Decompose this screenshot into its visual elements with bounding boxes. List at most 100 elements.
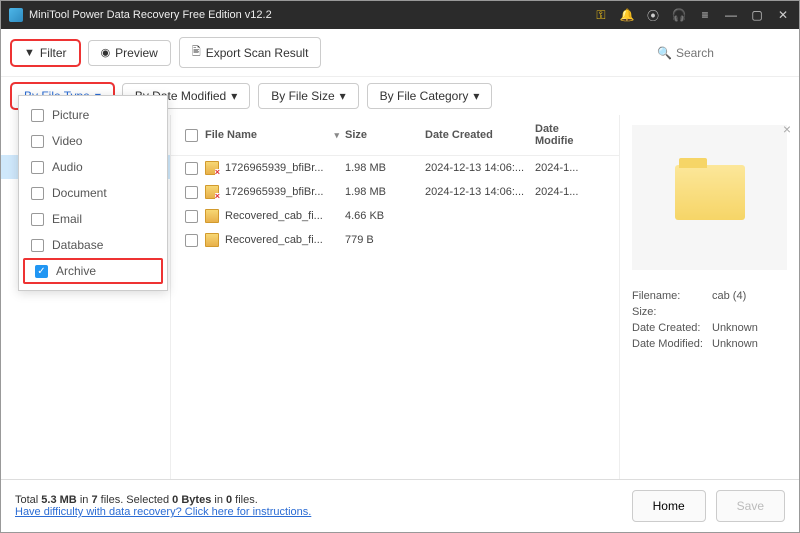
eye-icon: ◉ [101, 46, 111, 59]
close-preview-icon[interactable]: × [783, 121, 791, 137]
checkbox-icon[interactable] [31, 239, 44, 252]
table-row[interactable]: 1726965939_bfiBr... 1.98 MB2024-12-13 14:… [171, 180, 619, 204]
close-icon[interactable]: ✕ [775, 7, 791, 23]
size-label: Size: [632, 306, 712, 318]
type-menu-label: Email [52, 212, 82, 226]
col-created[interactable]: Date Created [425, 129, 535, 141]
type-menu-label: Document [52, 186, 107, 200]
footer: Total 5.3 MB in 7 files. Selected 0 Byte… [1, 479, 799, 532]
file-size-cell: 1.98 MB [345, 162, 425, 174]
table-row[interactable]: 1726965939_bfiBr... 1.98 MB2024-12-13 14:… [171, 156, 619, 180]
maximize-icon[interactable]: ▢ [749, 7, 765, 23]
filter-button[interactable]: ▼ Filter [11, 40, 80, 66]
checkbox-icon[interactable] [31, 187, 44, 200]
type-menu-item-document[interactable]: Document [19, 180, 167, 206]
file-list: File Name ▾ Size Date Created Date Modifi… [171, 115, 619, 479]
checkbox-icon[interactable] [31, 135, 44, 148]
type-menu-label: Picture [52, 108, 89, 122]
table-header: File Name ▾ Size Date Created Date Modifi… [171, 115, 619, 156]
save-button[interactable]: Save [716, 490, 785, 522]
created-label: Date Created: [632, 322, 712, 334]
type-menu-item-picture[interactable]: Picture [19, 102, 167, 128]
preview-label: Preview [115, 46, 158, 60]
filename-value: cab (4) [712, 290, 746, 302]
by-category-dropdown[interactable]: By File Category ▾ [367, 83, 493, 109]
footer-summary: Total 5.3 MB in 7 files. Selected 0 Byte… [15, 494, 311, 518]
file-size-cell: 4.66 KB [345, 210, 425, 222]
key-icon[interactable]: ⚿ [593, 7, 609, 23]
type-menu-label: Database [52, 238, 103, 252]
table-body: 1726965939_bfiBr... 1.98 MB2024-12-13 14:… [171, 156, 619, 252]
chevron-down-icon: ▾ [340, 89, 346, 103]
file-name-cell: 1726965939_bfiBr... [225, 186, 323, 198]
app-logo-icon [9, 8, 23, 22]
window-title: MiniTool Power Data Recovery Free Editio… [29, 9, 272, 21]
by-category-label: By File Category [380, 89, 469, 103]
created-value: Unknown [712, 322, 758, 334]
export-label: Export Scan Result [206, 46, 309, 60]
checkbox-icon[interactable] [31, 161, 44, 174]
modified-value: Unknown [712, 338, 758, 350]
col-filename[interactable]: File Name ▾ [205, 129, 345, 141]
titlebar: MiniTool Power Data Recovery Free Editio… [1, 1, 799, 29]
table-row[interactable]: Recovered_cab_fi... 4.66 KB [171, 204, 619, 228]
file-icon [205, 233, 219, 247]
file-name-cell: Recovered_cab_fi... [225, 210, 323, 222]
row-checkbox[interactable] [185, 234, 198, 247]
sort-arrow-icon: ▾ [334, 130, 339, 141]
file-created-cell: 2024-12-13 14:06:... [425, 186, 535, 198]
type-menu-item-video[interactable]: Video [19, 128, 167, 154]
select-all-checkbox[interactable] [185, 129, 198, 142]
top-toolbar: ▼ Filter ◉ Preview 🖹 Export Scan Result 🔍 [1, 29, 799, 77]
file-icon [205, 209, 219, 223]
checkbox-icon[interactable] [31, 213, 44, 226]
type-menu-label: Archive [56, 264, 96, 278]
file-modified-cell: 2024-1... [535, 162, 599, 174]
help-link[interactable]: Have difficulty with data recovery? Clic… [15, 506, 311, 518]
by-size-dropdown[interactable]: By File Size ▾ [258, 83, 358, 109]
chevron-down-icon: ▾ [231, 89, 237, 103]
type-menu-label: Video [52, 134, 82, 148]
file-size-cell: 1.98 MB [345, 186, 425, 198]
row-checkbox[interactable] [185, 186, 198, 199]
row-checkbox[interactable] [185, 162, 198, 175]
file-icon [205, 161, 219, 175]
file-type-menu: Picture Video Audio Document Email Database ✓ A… [18, 95, 168, 291]
filename-label: Filename: [632, 290, 712, 302]
minimize-icon[interactable]: — [723, 7, 739, 23]
type-menu-label: Audio [52, 160, 83, 174]
filter-label: Filter [40, 46, 67, 60]
export-icon: 🖹 [192, 43, 201, 62]
menu-icon[interactable]: ≡ [697, 7, 713, 23]
file-name-cell: 1726965939_bfiBr... [225, 162, 323, 174]
search-input[interactable] [676, 46, 800, 60]
file-modified-cell: 2024-1... [535, 186, 599, 198]
col-filename-label: File Name [205, 129, 257, 141]
by-size-label: By File Size [271, 89, 334, 103]
table-row[interactable]: Recovered_cab_fi... 779 B [171, 228, 619, 252]
folder-thumbnail-icon [675, 165, 745, 220]
checkbox-icon[interactable] [31, 109, 44, 122]
type-menu-item-database[interactable]: Database [19, 232, 167, 258]
export-button[interactable]: 🖹 Export Scan Result [179, 37, 322, 68]
file-created-cell: 2024-12-13 14:06:... [425, 162, 535, 174]
checkbox-icon[interactable]: ✓ [35, 265, 48, 278]
chevron-down-icon: ▾ [473, 89, 479, 103]
headset-icon[interactable]: 🎧 [671, 7, 687, 23]
file-name-cell: Recovered_cab_fi... [225, 234, 323, 246]
globe-icon[interactable]: ⦿ [645, 7, 661, 23]
funnel-icon: ▼ [24, 47, 35, 59]
col-modified[interactable]: Date Modifie [535, 123, 599, 147]
bell-icon[interactable]: 🔔 [619, 7, 635, 23]
row-checkbox[interactable] [185, 210, 198, 223]
file-size-cell: 779 B [345, 234, 425, 246]
preview-button[interactable]: ◉ Preview [88, 40, 171, 66]
preview-panel: × Filename:cab (4) Size: Date Created:Un… [619, 115, 799, 479]
type-menu-item-audio[interactable]: Audio [19, 154, 167, 180]
file-icon [205, 185, 219, 199]
search-box[interactable]: 🔍 [649, 43, 789, 63]
type-menu-item-email[interactable]: Email [19, 206, 167, 232]
col-size[interactable]: Size [345, 129, 425, 141]
home-button[interactable]: Home [632, 490, 706, 522]
type-menu-item-archive[interactable]: ✓ Archive [23, 258, 163, 284]
